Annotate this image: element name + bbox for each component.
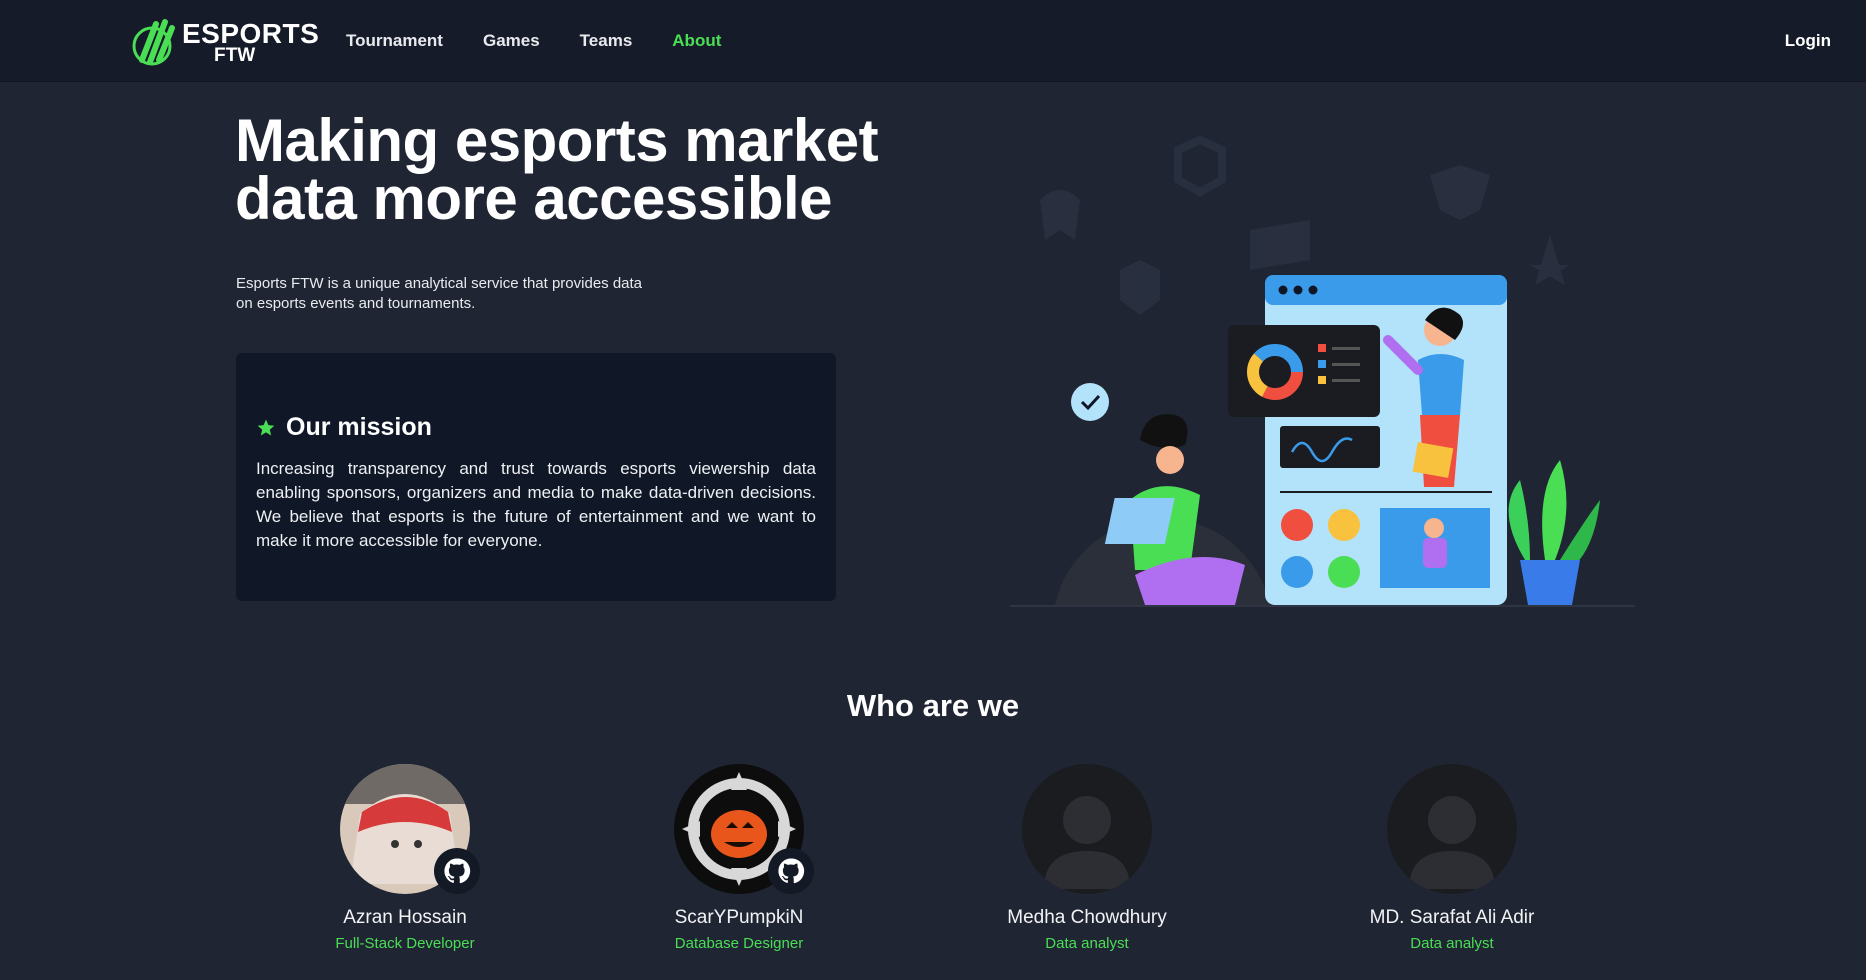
login-button[interactable]: Login (1785, 31, 1831, 51)
hero-title: Making esports market data more accessib… (235, 107, 1015, 232)
nav-link-tournament[interactable]: Tournament (346, 31, 443, 51)
hero-title-line-2: data more accessible (235, 165, 833, 232)
member-name: MD. Sarafat Ali Adir (1369, 907, 1535, 928)
nav-link-games[interactable]: Games (483, 31, 540, 51)
star-icon (257, 419, 275, 435)
mission-card: Our mission Increasing transparency and … (236, 353, 836, 601)
brand-name: ESPORTS (182, 17, 320, 49)
github-link[interactable] (768, 848, 814, 894)
team-member-card: Medha Chowdhury Data analyst (957, 764, 1217, 952)
mission-text: Increasing transparency and trust toward… (256, 459, 816, 550)
team-heading: Who are we (846, 688, 1020, 723)
member-name: Azran Hossain (343, 907, 467, 928)
member-name: Medha Chowdhury (1007, 907, 1167, 928)
member-role: Data analyst (1045, 935, 1129, 952)
member-role: Data analyst (1410, 935, 1494, 952)
team-member-card: ScarYPumpkiN Database Designer (609, 764, 869, 952)
avatar[interactable] (674, 764, 814, 894)
default-user-icon (1022, 764, 1152, 894)
logo-stripes-icon (132, 19, 175, 66)
member-name: ScarYPumpkiN (674, 907, 804, 928)
hero-subtitle: Esports FTW is a unique analytical servi… (236, 275, 643, 312)
mission-title: Our mission (286, 413, 432, 441)
avatar[interactable] (1022, 764, 1152, 894)
top-navbar: ESPORTS FTW Tournament Games Teams About… (0, 0, 1866, 82)
github-icon (778, 858, 805, 884)
team-member-card: MD. Sarafat Ali Adir Data analyst (1322, 764, 1582, 952)
avatar[interactable] (340, 764, 480, 894)
brand-logo[interactable]: ESPORTS FTW (132, 16, 319, 68)
nav-link-teams[interactable]: Teams (580, 31, 633, 51)
member-role: Full-Stack Developer (335, 935, 475, 952)
github-icon (444, 858, 471, 884)
hero-title-line-1: Making esports market (235, 107, 879, 174)
member-role: Database Designer (674, 935, 804, 952)
avatar[interactable] (1387, 764, 1517, 894)
team-member-card: Azran Hossain Full-Stack Developer (275, 764, 535, 952)
github-link[interactable] (434, 848, 480, 894)
default-user-icon (1387, 764, 1517, 894)
analytics-illustration (1010, 135, 1635, 607)
nav-link-about[interactable]: About (672, 31, 721, 51)
